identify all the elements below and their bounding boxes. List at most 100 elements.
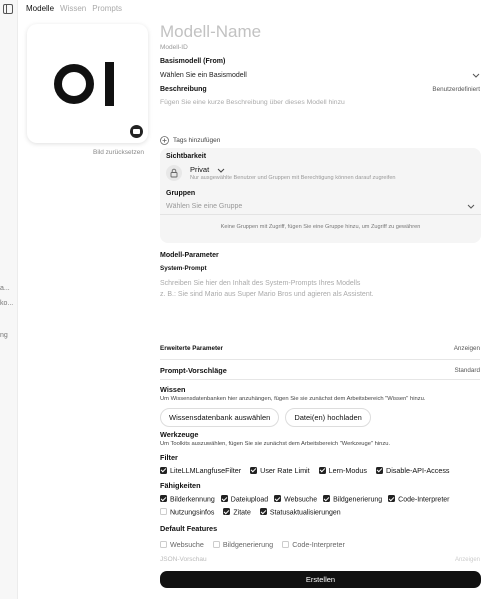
default-feature-item[interactable]: Websuche (160, 540, 204, 549)
chevron-down-icon (467, 204, 475, 209)
visibility-label: Sichtbarkeit (166, 153, 207, 160)
capability-item[interactable]: Websuche (274, 495, 318, 504)
base-model-label: Basismodell (From) (160, 58, 226, 65)
visibility-select[interactable]: Privat (190, 165, 225, 174)
openwebui-logo (54, 62, 114, 106)
default-feature-item[interactable]: Code-Interpreter (282, 540, 345, 549)
visibility-value: Privat (190, 165, 210, 174)
model-params-label: Modell-Parameter (160, 252, 219, 259)
tab-knowledge[interactable]: Wissen (60, 4, 86, 13)
system-prompt-input[interactable]: Schreiben Sie hier den Inhalt des System… (160, 278, 480, 300)
json-preview-toggle[interactable]: Anzeigen (455, 557, 480, 563)
select-knowledge-button[interactable]: Wissensdatenbank auswählen (160, 408, 280, 427)
capability-label: Statusaktualisierungen (269, 509, 341, 517)
advanced-params-label: Erweiterte Parameter (160, 345, 224, 352)
add-tag-button[interactable]: Tags hinzufügen (160, 136, 480, 145)
description-mode-toggle[interactable]: Benutzerdefiniert (432, 86, 480, 93)
sidebar-strip: a... ko... ng (0, 0, 18, 599)
checkbox-checked-icon[interactable] (220, 495, 228, 502)
capabilities-list: Bilderkennung Dateiupload Websuche Bildg… (160, 495, 480, 504)
workspace-tabs: Modelle Wissen Prompts (26, 4, 122, 13)
plus-circle-icon (160, 136, 169, 145)
divider (160, 214, 481, 215)
default-feature-label: Code-Interpreter (292, 540, 345, 549)
filter-item[interactable]: User Rate Limit (250, 466, 310, 475)
divider (160, 359, 480, 360)
sidebar-toggle-icon[interactable] (3, 4, 13, 14)
capability-item[interactable]: Zitate (223, 508, 251, 517)
capability-item[interactable]: Bilderkennung (160, 495, 215, 504)
capability-label: Bilderkennung (170, 496, 215, 504)
default-feature-label: Websuche (170, 540, 204, 549)
prompt-suggestions-label: Prompt-Vorschläge (160, 366, 227, 375)
chevron-down-icon (217, 168, 225, 173)
image-upload-icon[interactable] (130, 125, 143, 138)
description-label: Beschreibung (160, 86, 207, 93)
filter-item-label: Disable-API-Access (386, 466, 450, 475)
filter-item[interactable]: LiteLLMLangfuseFilter (160, 466, 241, 475)
filter-item-label: LiteLLMLangfuseFilter (170, 466, 242, 475)
capability-label: Bildgenerierung (333, 496, 383, 504)
divider (160, 379, 480, 380)
checkbox-checked-icon[interactable] (318, 466, 326, 474)
capability-item[interactable]: Statusaktualisierungen (259, 508, 341, 517)
capability-label: Websuche (284, 496, 318, 504)
description-input[interactable]: Fügen Sie eine kurze Beschreibung über d… (160, 99, 480, 106)
checkbox-unchecked-icon[interactable] (160, 540, 167, 548)
capabilities-list-row-2: Nutzungsinfos Zitate Statusaktualisierun… (160, 508, 480, 517)
checkbox-checked-icon[interactable] (388, 495, 396, 502)
reset-image-link[interactable]: Bild zurücksetzen (93, 149, 144, 156)
filter-list: LiteLLMLangfuseFilter User Rate Limit Le… (160, 466, 480, 475)
model-image[interactable] (27, 24, 148, 143)
default-feature-label: Bildgenerierung (222, 540, 274, 549)
tools-hint: Um Toolkits auszuwählen, fügen Sie sie z… (160, 441, 391, 447)
capability-label: Code-Interpreter (398, 496, 450, 504)
system-prompt-label: System-Prompt (160, 265, 207, 272)
default-feature-item[interactable]: Bildgenerierung (212, 540, 274, 549)
checkbox-unchecked-icon[interactable] (212, 540, 220, 548)
default-features-list: Websuche Bildgenerierung Code-Interprete… (160, 540, 480, 549)
filter-item-label: User Rate Limit (260, 466, 310, 475)
knowledge-label: Wissen (160, 385, 186, 394)
capability-label: Dateiupload (230, 496, 269, 504)
capability-item[interactable]: Code-Interpreter (388, 495, 450, 504)
upload-files-button[interactable]: Datei(en) hochladen (285, 408, 371, 427)
prompt-suggestions-toggle[interactable]: Standard (454, 367, 480, 374)
group-select[interactable]: Wählen Sie eine Gruppe (166, 202, 475, 210)
create-button[interactable]: Erstellen (160, 571, 481, 588)
group-select-placeholder: Wählen Sie eine Gruppe (166, 202, 243, 210)
sidebar-fragment[interactable]: ng (0, 332, 8, 339)
model-name-input[interactable]: Modell-Name (160, 22, 261, 42)
sidebar-fragment[interactable]: ko... (0, 300, 13, 307)
tab-prompts[interactable]: Prompts (92, 4, 122, 13)
checkbox-checked-icon[interactable] (274, 495, 282, 502)
add-tag-label: Tags hinzufügen (173, 137, 221, 144)
checkbox-checked-icon[interactable] (223, 508, 231, 515)
knowledge-hint: Um Wissensdatenbanken hier anzuhängen, f… (160, 396, 426, 402)
checkbox-checked-icon[interactable] (323, 495, 331, 502)
checkbox-checked-icon[interactable] (160, 495, 167, 502)
checkbox-checked-icon[interactable] (250, 466, 258, 474)
checkbox-checked-icon[interactable] (376, 466, 384, 474)
lock-icon (166, 165, 182, 181)
capability-label: Zitate (233, 509, 251, 517)
visibility-hint: Nur ausgewählte Benutzer und Gruppen mit… (190, 175, 396, 181)
sidebar-fragment[interactable]: a... (0, 285, 10, 292)
checkbox-checked-icon[interactable] (259, 508, 267, 515)
tools-label: Werkzeuge (160, 430, 199, 439)
model-id-input[interactable]: Modell-ID (160, 44, 480, 51)
capability-item[interactable]: Dateiupload (220, 495, 269, 504)
filter-item[interactable]: Disable-API-Access (376, 466, 450, 475)
checkbox-unchecked-icon[interactable] (282, 540, 290, 548)
tab-models[interactable]: Modelle (26, 4, 54, 13)
chevron-down-icon (472, 73, 480, 78)
filter-label: Filter (160, 453, 178, 462)
capability-item[interactable]: Nutzungsinfos (160, 508, 214, 516)
groups-empty-text: Keine Gruppen mit Zugriff, fügen Sie ein… (220, 224, 421, 230)
advanced-params-toggle[interactable]: Anzeigen (454, 345, 480, 352)
capability-item[interactable]: Bildgenerierung (323, 495, 383, 504)
checkbox-checked-icon[interactable] (160, 466, 167, 474)
checkbox-unchecked-icon[interactable] (160, 508, 167, 515)
base-model-select[interactable]: Wählen Sie ein Basismodell (160, 71, 480, 79)
filter-item[interactable]: Lern-Modus (318, 466, 367, 475)
